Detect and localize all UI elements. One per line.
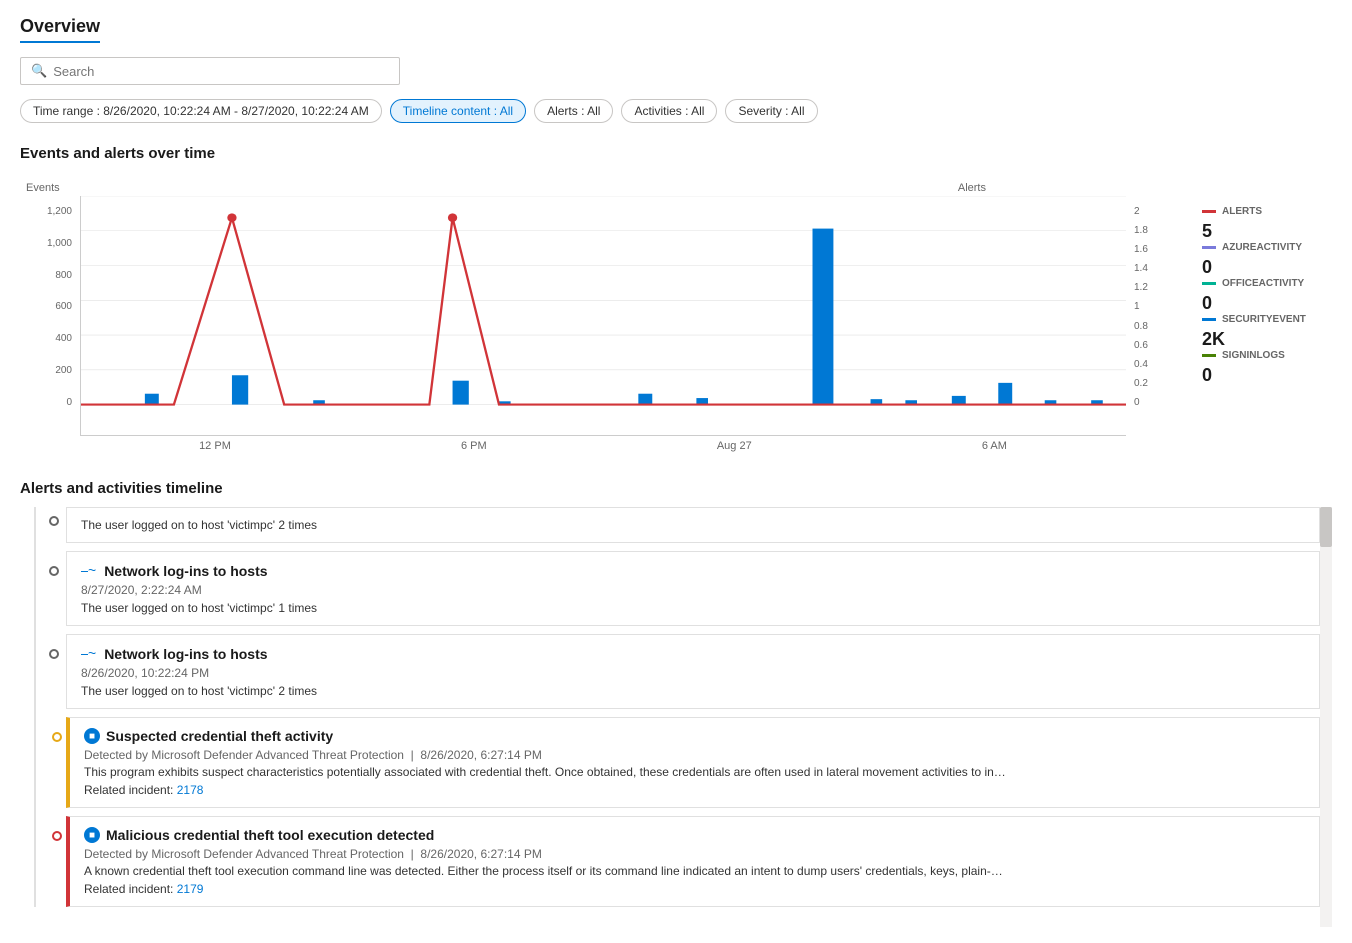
item-desc: This program exhibits suspect characteri…	[84, 765, 1305, 779]
legend-label-officeactivity: OFFICEACTIVITY	[1222, 278, 1304, 289]
timeline-scroll[interactable]: The user logged on to host 'victimpc' 2 …	[20, 507, 1320, 927]
scrollbar[interactable]	[1320, 507, 1332, 927]
alert-icon: ■	[84, 827, 100, 843]
y-axis-left: 1,200 1,000 800 600 400 200 0	[20, 196, 80, 436]
detected-by: Detected by Microsoft Defender Advanced …	[84, 748, 1305, 762]
chart-svg	[81, 196, 1126, 435]
legend-item-azureactivity: AZUREACTIVITY 0	[1202, 242, 1332, 278]
legend-item-alerts: ALERTS 5	[1202, 206, 1332, 242]
item-extra: Related incident: 2178	[84, 783, 1305, 797]
chart-title: Events and alerts over time	[20, 145, 1332, 162]
timeline-dot	[49, 516, 59, 526]
item-extra: Related incident: 2179	[84, 882, 1305, 896]
item-header: ■ Suspected credential theft activity	[84, 728, 1305, 744]
list-item: ⎯~ Network log-ins to hosts 8/27/2020, 2…	[66, 551, 1320, 626]
x-axis-labels: 12 PM 6 PM Aug 27 6 AM	[84, 440, 1122, 452]
chart-legend: ALERTS 5 AZUREACTIVITY 0 OFFICEACTIVITY …	[1202, 196, 1332, 386]
item-header: ■ Malicious credential theft tool execut…	[84, 827, 1305, 843]
filter-severity[interactable]: Severity : All	[725, 99, 817, 123]
legend-color-signinlogs	[1202, 354, 1216, 357]
filter-time-range[interactable]: Time range : 8/26/2020, 10:22:24 AM - 8/…	[20, 99, 382, 123]
filter-alerts[interactable]: Alerts : All	[534, 99, 613, 123]
alerts-axis-label: Alerts	[958, 182, 986, 194]
search-box: 🔍	[20, 57, 400, 85]
scrollbar-thumb[interactable]	[1320, 507, 1332, 547]
incident-link[interactable]: 2179	[177, 882, 204, 896]
legend-color-azureactivity	[1202, 246, 1216, 249]
legend-item-signinlogs: SIGNINLOGS 0	[1202, 350, 1332, 386]
legend-item-officeactivity: OFFICEACTIVITY 0	[1202, 278, 1332, 314]
filter-bar: Time range : 8/26/2020, 10:22:24 AM - 8/…	[20, 99, 1332, 123]
timeline-dot	[52, 831, 62, 841]
activity-icon: ⎯~	[81, 562, 96, 579]
chart-section: Events and alerts over time Events Alert…	[20, 145, 1332, 452]
legend-item-securityevent: SECURITYEVENT 2K	[1202, 314, 1332, 350]
item-desc: A known credential theft tool execution …	[84, 864, 1305, 878]
item-title: Suspected credential theft activity	[106, 728, 333, 744]
list-item: ■ Malicious credential theft tool execut…	[66, 816, 1320, 907]
filter-activities[interactable]: Activities : All	[621, 99, 717, 123]
timeline-line	[34, 507, 36, 907]
item-title: Network log-ins to hosts	[104, 563, 267, 579]
page-container: Overview 🔍 Time range : 8/26/2020, 10:22…	[0, 0, 1352, 943]
legend-label-signinlogs: SIGNINLOGS	[1222, 350, 1285, 361]
timeline-dot	[49, 566, 59, 576]
timeline-section: Alerts and activities timeline The user …	[20, 480, 1332, 927]
legend-value-signinlogs: 0	[1202, 365, 1332, 386]
timeline-dot	[52, 732, 62, 742]
legend-color-securityevent	[1202, 318, 1216, 321]
legend-color-alerts	[1202, 210, 1216, 213]
legend-label-securityevent: SECURITYEVENT	[1222, 314, 1306, 325]
search-input[interactable]	[53, 64, 389, 79]
list-item: ⎯~ Network log-ins to hosts 8/26/2020, 1…	[66, 634, 1320, 709]
item-desc: The user logged on to host 'victimpc' 2 …	[81, 684, 1305, 698]
legend-value-securityevent: 2K	[1202, 329, 1332, 350]
search-icon: 🔍	[31, 63, 47, 79]
events-axis-label: Events	[26, 182, 60, 194]
filter-timeline-content[interactable]: Timeline content : All	[390, 99, 526, 123]
legend-value-alerts: 5	[1202, 221, 1332, 242]
legend-value-azureactivity: 0	[1202, 257, 1332, 278]
list-item: ■ Suspected credential theft activity De…	[66, 717, 1320, 808]
alert-icon: ■	[84, 728, 100, 744]
page-title: Overview	[20, 16, 100, 43]
timeline-title: Alerts and activities timeline	[20, 480, 1332, 497]
timeline-dot	[49, 649, 59, 659]
item-header: ⎯~ Network log-ins to hosts	[81, 562, 1305, 579]
legend-value-officeactivity: 0	[1202, 293, 1332, 314]
item-desc: The user logged on to host 'victimpc' 1 …	[81, 601, 1305, 615]
legend-color-officeactivity	[1202, 282, 1216, 285]
legend-label-alerts: ALERTS	[1222, 206, 1262, 217]
item-date: 8/26/2020, 10:22:24 PM	[81, 666, 1305, 680]
item-date: 8/27/2020, 2:22:24 AM	[81, 583, 1305, 597]
item-desc: The user logged on to host 'victimpc' 2 …	[81, 518, 1305, 532]
list-item: The user logged on to host 'victimpc' 2 …	[66, 507, 1320, 543]
item-title: Malicious credential theft tool executio…	[106, 827, 434, 843]
item-title: Network log-ins to hosts	[104, 646, 267, 662]
item-header: ⎯~ Network log-ins to hosts	[81, 645, 1305, 662]
legend-label-azureactivity: AZUREACTIVITY	[1222, 242, 1302, 253]
detected-by: Detected by Microsoft Defender Advanced …	[84, 847, 1305, 861]
timeline-wrapper: The user logged on to host 'victimpc' 2 …	[20, 507, 1320, 907]
incident-link[interactable]: 2178	[177, 783, 204, 797]
activity-icon: ⎯~	[81, 645, 96, 662]
y-axis-right: 2 1.8 1.6 1.4 1.2 1 0.8 0.6 0.4 0.2 0	[1126, 196, 1186, 436]
